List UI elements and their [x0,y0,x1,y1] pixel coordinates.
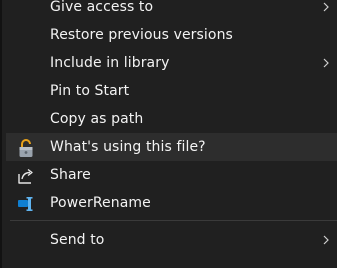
menu-item-send-to[interactable]: Send to [6,226,337,254]
menu-left-edge [0,0,2,268]
chevron-right-icon [323,58,329,68]
padlock-icon [19,139,33,157]
menu-item-include-in-library[interactable]: Include in library [6,49,337,77]
context-menu: Give access to Restore previous versions… [0,0,337,268]
menu-item-label: Pin to Start [50,83,130,99]
menu-item-label: Give access to [50,0,154,15]
menu-item-give-access-to[interactable]: Give access to [6,0,337,21]
menu-item-label: What's using this file? [50,139,206,155]
menu-item-pin-to-start[interactable]: Pin to Start [6,77,337,105]
menu-item-label: PowerRename [50,195,151,211]
menu-item-label: Share [50,167,91,183]
menu-item-whats-using-this-file[interactable]: What's using this file? [6,133,337,161]
menu-item-powerrename[interactable]: PowerRename [6,189,337,217]
menu-item-label: Copy as path [50,111,144,127]
chevron-right-icon [323,2,329,12]
menu-item-label: Restore previous versions [50,27,233,43]
chevron-right-icon [323,235,329,245]
menu-item-restore-previous-versions[interactable]: Restore previous versions [6,21,337,49]
menu-item-label: Send to [50,232,105,248]
menu-item-label: Include in library [50,55,170,71]
menu-item-copy-as-path[interactable]: Copy as path [6,105,337,133]
powerrename-icon [18,197,33,211]
menu-separator [10,220,337,221]
menu-item-share[interactable]: Share [6,161,337,189]
share-icon [18,168,33,184]
